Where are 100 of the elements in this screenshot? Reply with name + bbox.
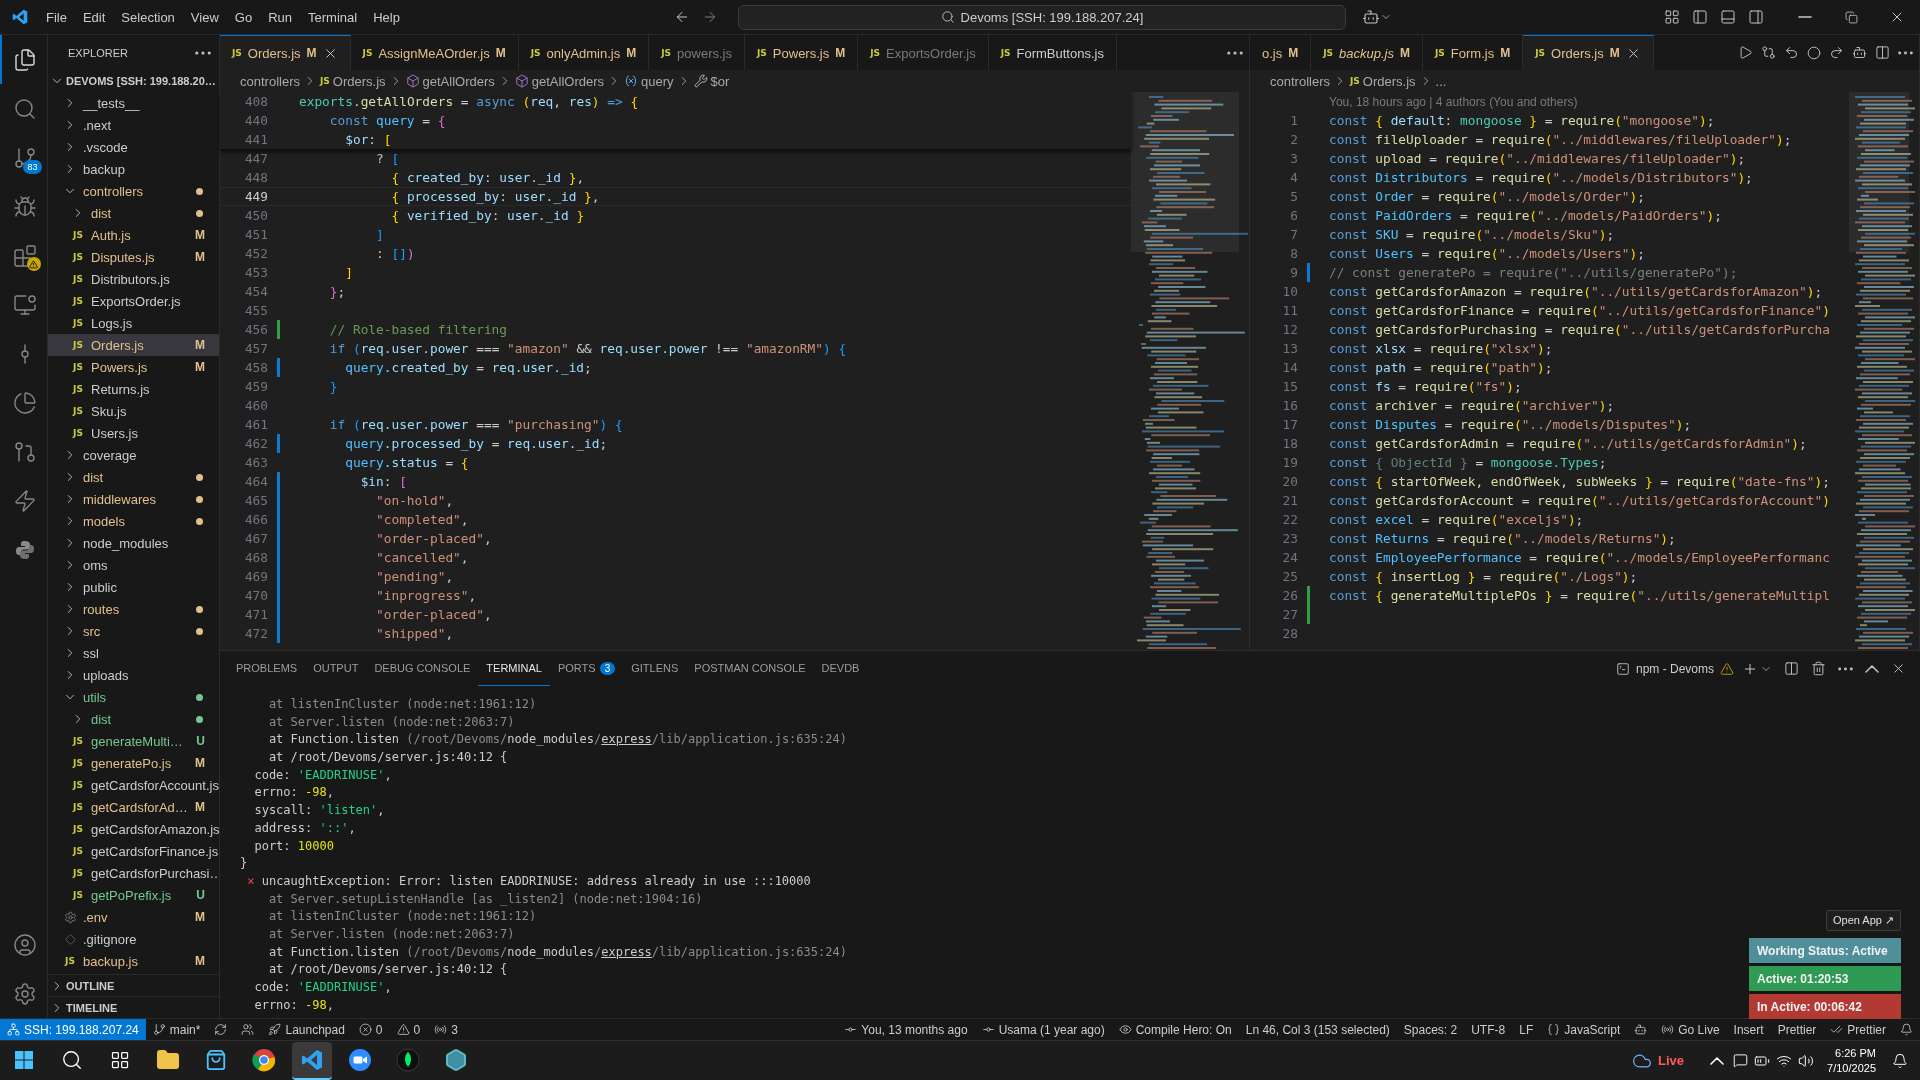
menu-item[interactable]: Terminal [300, 6, 366, 28]
command-center[interactable]: Devoms [SSH: 199.188.207.24] [737, 4, 1346, 30]
tree-item[interactable]: utils [48, 686, 219, 708]
tree-item[interactable]: JS generateMulti… U [48, 730, 219, 752]
status-item[interactable]: JavaScript [1540, 1019, 1628, 1040]
tree-item[interactable]: JS getPoPrefix.js U [48, 884, 219, 906]
menu-item[interactable]: Help [365, 6, 408, 28]
pie-chart-icon[interactable] [12, 390, 37, 415]
status-item[interactable]: Launchpad [261, 1019, 352, 1040]
breadcrumb-item[interactable]: getAllOrders [531, 73, 605, 89]
blame-annotation[interactable]: You, 18 hours ago | 4 authors (You and others) [1329, 94, 1578, 109]
tree-item[interactable]: JS backup.js M [48, 950, 219, 972]
weather-label[interactable]: Live [1658, 1053, 1685, 1068]
status-item[interactable]: Insert [1726, 1019, 1771, 1040]
tree-item[interactable]: dist [48, 466, 219, 488]
tree-item[interactable]: coverage [48, 444, 219, 466]
tree-item[interactable]: JS generatePo.js M [48, 752, 219, 774]
status-item[interactable]: Ln 46, Col 3 (153 selected) [1238, 1019, 1397, 1040]
menu-item[interactable]: Run [260, 6, 300, 28]
tree-item[interactable]: middlewares [48, 488, 219, 510]
account-icon[interactable] [12, 932, 37, 957]
tree-item[interactable]: JS Sku.js [48, 400, 219, 422]
status-item[interactable]: 0 [351, 1019, 390, 1040]
status-item[interactable]: Go Live [1654, 1019, 1727, 1040]
terminal-name[interactable]: npm - Devoms [1635, 661, 1714, 676]
breadcrumb-item[interactable]: Orders.js [332, 73, 386, 89]
tree-item[interactable]: routes [48, 598, 219, 620]
monitor-icon[interactable] [12, 292, 37, 317]
status-item[interactable]: Compile Hero: On [1111, 1019, 1239, 1040]
tree-item[interactable]: node_modules [48, 532, 219, 554]
status-item[interactable]: You, 13 months ago [837, 1019, 975, 1040]
settings-icon[interactable] [12, 981, 37, 1006]
menu-item[interactable]: View [182, 6, 227, 28]
status-item[interactable]: Prettier [1770, 1019, 1824, 1040]
tree-item[interactable]: dist [48, 202, 219, 224]
files-icon[interactable] [12, 47, 37, 72]
tree-item[interactable]: JS getCardsforFinance.js [48, 840, 219, 862]
panel-tab[interactable]: GITLENS [623, 651, 687, 686]
section-header[interactable]: OUTLINE [48, 974, 219, 996]
editor-tab[interactable]: JS Orders.js M [1523, 35, 1654, 70]
tree-item[interactable]: oms [48, 554, 219, 576]
tree-item[interactable]: .next [48, 114, 219, 136]
tree-item[interactable]: ssl [48, 642, 219, 664]
menu-item[interactable]: Selection [113, 6, 183, 28]
editor-tab[interactable]: JS Orders.js M [220, 35, 351, 70]
menu-item[interactable]: Edit [74, 6, 114, 28]
status-item[interactable]: 3 [427, 1019, 465, 1040]
panel-tab[interactable]: TERMINAL [478, 651, 550, 686]
breadcrumb-item[interactable]: ... [1435, 73, 1447, 89]
tree-item[interactable]: public [48, 576, 219, 598]
tree-item[interactable]: JS Orders.js M [48, 334, 219, 356]
tree-item[interactable]: JS Disputes.js M [48, 246, 219, 268]
breadcrumb-item[interactable]: controllers [240, 73, 300, 89]
tree-item[interactable]: JS Distributors.js [48, 268, 219, 290]
lightning-icon[interactable] [12, 488, 37, 513]
breadcrumb-item[interactable]: $or [710, 73, 730, 89]
status-item[interactable]: Prettier [1823, 1019, 1893, 1040]
tree-item[interactable]: __tests__ [48, 92, 219, 114]
status-item[interactable]: SSH: 199.188.207.24 [0, 1019, 146, 1040]
tree-item[interactable]: .vscode [48, 136, 219, 158]
tree-item[interactable]: controllers [48, 180, 219, 202]
tree-item[interactable]: JS ExportsOrder.js [48, 290, 219, 312]
breadcrumb-item[interactable]: Orders.js [1362, 73, 1416, 89]
panel-tab[interactable]: DEBUG CONSOLE [366, 651, 479, 686]
status-item[interactable]: 0 [389, 1019, 428, 1040]
tree-item[interactable]: backup [48, 158, 219, 180]
tree-item[interactable]: dist [48, 708, 219, 730]
tree-item[interactable]: JS getCardsforPurchasi… [48, 862, 219, 884]
section-header[interactable]: DEVOMS [SSH: 199.188.20… [48, 70, 219, 92]
menu-item[interactable]: Go [226, 6, 261, 28]
tree-item[interactable]: JS Returns.js [48, 378, 219, 400]
status-item[interactable]: Spaces: 2 [1396, 1019, 1465, 1040]
panel-tab[interactable]: PROBLEMS [228, 651, 306, 686]
open-app-button[interactable]: Open App ↗ [1826, 910, 1901, 931]
status-item[interactable]: Usama (1 year ago) [974, 1019, 1112, 1040]
tree-item[interactable]: JS getCardsforAd… M [48, 796, 219, 818]
clock-date[interactable]: 7/10/2025 [1827, 1060, 1876, 1076]
panel-tab[interactable]: POSTMAN CONSOLE [686, 651, 814, 686]
branch-icon[interactable] [12, 145, 37, 170]
tree-item[interactable]: src [48, 620, 219, 642]
status-item[interactable]: UTF-8 [1464, 1019, 1513, 1040]
breadcrumb-item[interactable]: getAllOrders [422, 73, 495, 89]
tree-item[interactable]: JS Powers.js M [48, 356, 219, 378]
tree-item[interactable]: JS Auth.js M [48, 224, 219, 246]
tree-item[interactable]: JS getCardsforAccount.js [48, 774, 219, 796]
tree-item[interactable]: .env M [48, 906, 219, 928]
tree-item[interactable]: JS Users.js [48, 422, 219, 444]
tree-item[interactable]: JS getCardsforAmazon.js [48, 818, 219, 840]
bug-icon[interactable] [12, 194, 37, 219]
menu-item[interactable]: File [38, 6, 75, 28]
breadcrumb-item[interactable]: query [641, 73, 674, 89]
panel-tab[interactable]: PORTS 3 [549, 651, 624, 686]
tree-item[interactable]: uploads [48, 664, 219, 686]
tree-item[interactable]: JS Logs.js [48, 312, 219, 334]
tree-item[interactable]: models [48, 510, 219, 532]
panel-tab[interactable]: DEVDB [813, 651, 868, 686]
breadcrumb-item[interactable]: controllers [1270, 73, 1330, 89]
status-item[interactable]: main* [145, 1019, 208, 1040]
status-item[interactable]: LF [1512, 1019, 1541, 1040]
panel-tab[interactable]: OUTPUT [305, 651, 367, 686]
